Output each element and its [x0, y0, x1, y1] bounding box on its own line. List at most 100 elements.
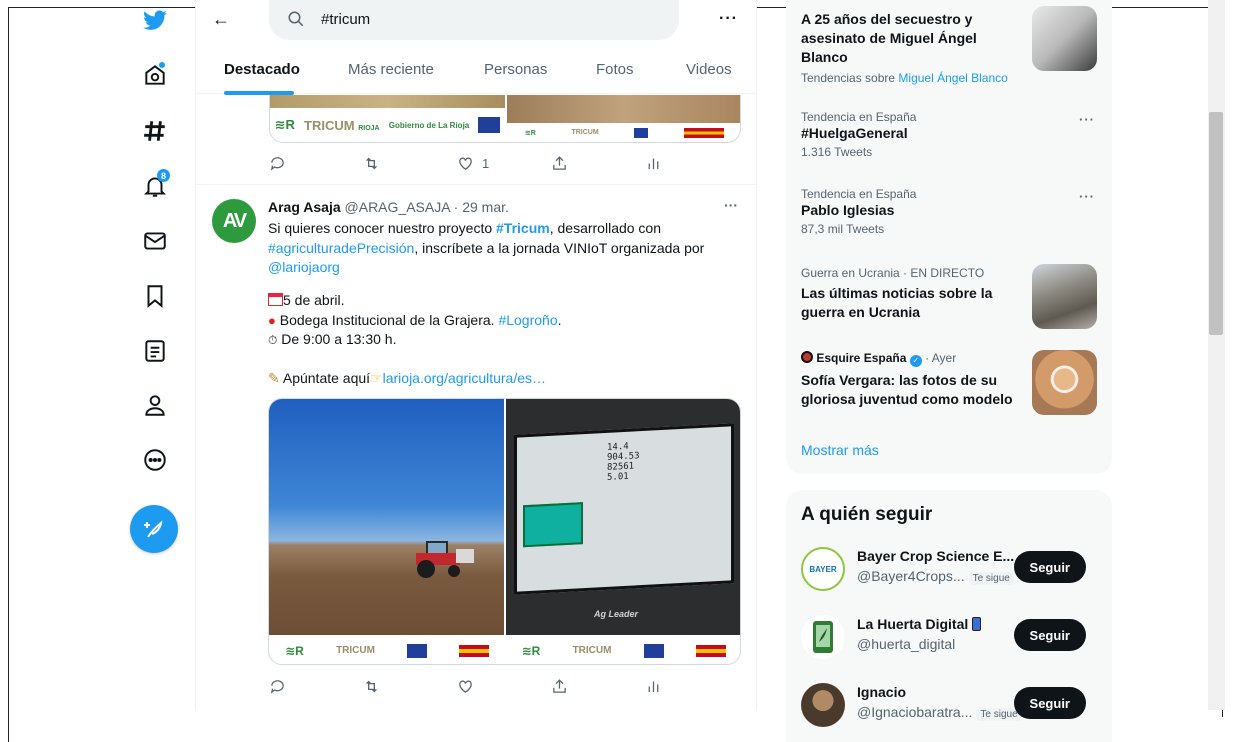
esquire-icon	[801, 351, 813, 363]
search-input[interactable]: #tricum	[269, 0, 679, 40]
trend-source: Esquire España ✓ · Ayer	[801, 351, 1021, 367]
compose-tweet-button[interactable]	[130, 505, 178, 553]
nav-messages[interactable]	[132, 218, 178, 264]
nav-explore[interactable]	[132, 108, 178, 154]
hashtag-logrono[interactable]: #Logroño	[498, 312, 557, 328]
trend-more-icon[interactable]: ···	[1079, 189, 1095, 204]
heart-icon	[459, 680, 472, 693]
trend-item-pablo-iglesias[interactable]: Tendencia en España Pablo Iglesias 87,3 …	[801, 187, 1021, 236]
follow-button[interactable]: Seguir	[1013, 687, 1086, 719]
tweet-date[interactable]: · 29 mar.	[454, 199, 509, 215]
trend-count: 87,3 mil Tweets	[801, 222, 885, 236]
retweet-button[interactable]	[363, 155, 380, 172]
trend-item-sofia-vergara[interactable]: Esquire España ✓ · Ayer Sofía Vergara: l…	[801, 351, 1021, 409]
share-button[interactable]	[551, 155, 568, 172]
tweet-more-options-icon[interactable]: ···	[724, 197, 738, 213]
follow-suggestion-huerta[interactable]: La Huerta Digital @huerta_digital Seguir	[801, 613, 1101, 663]
trend-item-ucrania[interactable]: Guerra en Ucrania · EN DIRECTO Las últim…	[801, 266, 1021, 322]
analytics-button[interactable]	[645, 678, 662, 695]
nav-profile[interactable]	[132, 382, 178, 428]
phone-leaf-icon	[813, 621, 833, 653]
pointing-hand-icon: ☞	[370, 370, 383, 386]
trend-item-huelga[interactable]: Tendencia en España #HuelgaGeneral 1.316…	[801, 110, 1021, 159]
tweet1-logo-strip: ≋R TRICUM RIOJA Gobierno de La Rioja	[270, 108, 505, 142]
nav-more-options[interactable]	[132, 437, 178, 483]
back-arrow-icon[interactable]: ←	[212, 9, 234, 31]
search-header: ← #tricum ···	[196, 0, 756, 40]
tweet-divider	[196, 184, 756, 185]
hashtag-tricum[interactable]: #Tricum	[496, 220, 550, 236]
ag-leader-screen-photo[interactable]: 14.4 904.53 82561 5.01 Ag Leader	[506, 399, 740, 635]
trend-more-icon[interactable]: ···	[1079, 112, 1095, 127]
like-button[interactable]	[457, 678, 474, 695]
nav-home[interactable]	[132, 52, 178, 98]
memo-icon: ✎	[268, 370, 280, 386]
tab-videos[interactable]: Videos	[686, 61, 732, 78]
spain-gov-logo	[684, 127, 725, 138]
twitter-logo-link[interactable]	[132, 0, 178, 46]
reply-button[interactable]	[269, 155, 286, 172]
event-time: De 9:00 a 13:30 h.	[277, 331, 397, 347]
asr-logo: ≋R	[274, 117, 295, 132]
share-icon	[553, 679, 566, 693]
tweet-text-part: , inscríbete a la jornada VINIoT organiz…	[414, 239, 705, 256]
tweet-text-part: Si quieres conocer nuestro proyecto	[268, 220, 497, 236]
follow-button[interactable]: Seguir	[1013, 551, 1086, 583]
follow-handle: @huerta_digital	[857, 636, 956, 652]
avatar[interactable]: BAYER	[801, 547, 845, 591]
tab-destacado[interactable]: Destacado	[224, 61, 300, 78]
tractor-graphic	[416, 541, 474, 578]
hashtag-agricultura[interactable]: #agriculturadePrecisión	[268, 240, 414, 256]
avatar[interactable]	[801, 683, 845, 727]
follow-suggestion-bayer[interactable]: BAYER Bayer Crop Science E... @Bayer4Cro…	[801, 545, 1101, 595]
bookmark-icon	[147, 285, 163, 308]
search-tabs: Destacado Más reciente Personas Fotos Vi…	[196, 52, 756, 95]
analytics-button[interactable]	[645, 155, 662, 172]
tweet1-image-left	[270, 95, 505, 108]
share-button[interactable]	[551, 678, 568, 695]
search-more-options-icon[interactable]: ···	[719, 10, 738, 28]
trend-topic-link[interactable]: Miguel Ángel Blanco	[898, 71, 1007, 85]
reply-button[interactable]	[269, 678, 286, 695]
tweet2-media[interactable]: 14.4 904.53 82561 5.01 Ag Leader ≋R TRICUM …	[268, 398, 741, 665]
trend-title: A 25 años del secuestro y asesinato de M…	[801, 11, 977, 65]
notifications-badge: 8	[157, 169, 170, 182]
signup-link[interactable]: larioja.org/agricultura/es…	[383, 370, 546, 386]
share-icon	[553, 156, 566, 170]
calendar-icon	[268, 293, 283, 306]
trend-thumbnail-portrait	[1032, 350, 1097, 415]
trend-title: Las últimas noticias sobre la guerra en …	[801, 285, 993, 320]
trend-thumbnail-building	[1032, 264, 1097, 329]
profile-icon	[145, 395, 165, 416]
scrollbar-thumb[interactable]	[1209, 112, 1223, 335]
timeline-column: ← #tricum ··· Destacado Más reciente Per…	[195, 0, 757, 710]
nav-notifications[interactable]: 8	[132, 163, 178, 209]
home-new-dot	[159, 62, 165, 68]
retweet-button[interactable]	[363, 678, 380, 695]
source-time: · Ayer	[925, 351, 957, 365]
follow-suggestion-ignacio[interactable]: Ignacio @Ignaciobaratra... Te sigue Segui…	[801, 681, 1101, 731]
trend-meta: Guerra en Ucrania · EN DIRECTO	[801, 266, 985, 280]
tractor-photo[interactable]	[269, 399, 504, 635]
author-handle[interactable]: @ARAG_ASAJA	[345, 199, 450, 215]
scrollbar-track[interactable]	[1208, 0, 1225, 710]
follow-name: Ignacio	[857, 684, 907, 700]
show-more-link[interactable]: Mostrar más	[801, 442, 879, 458]
avatar[interactable]: AV	[212, 199, 256, 243]
tweet1-media[interactable]: ≋R TRICUM RIOJA Gobierno de La Rioja ≋R …	[269, 95, 741, 143]
nav-lists[interactable]	[132, 328, 178, 374]
nav-bookmarks[interactable]	[132, 273, 178, 319]
who-to-follow-title: A quién seguir	[801, 504, 933, 525]
tab-fotos[interactable]: Fotos	[596, 61, 634, 78]
follow-name: La Huerta Digital	[857, 616, 982, 632]
tab-personas[interactable]: Personas	[484, 61, 547, 78]
like-button[interactable]: 1	[457, 155, 489, 172]
follow-button[interactable]: Seguir	[1013, 619, 1086, 651]
tab-mas-reciente[interactable]: Más reciente	[348, 61, 434, 78]
trend-item-miguel-angel[interactable]: A 25 años del secuestro y asesinato de M…	[801, 10, 1021, 85]
mention-lariojaorg[interactable]: @lariojaorg	[268, 259, 340, 275]
avatar[interactable]	[801, 615, 845, 659]
author-name[interactable]: Arag Asaja	[268, 199, 341, 215]
retweet-icon	[366, 680, 377, 693]
list-icon	[145, 340, 165, 362]
